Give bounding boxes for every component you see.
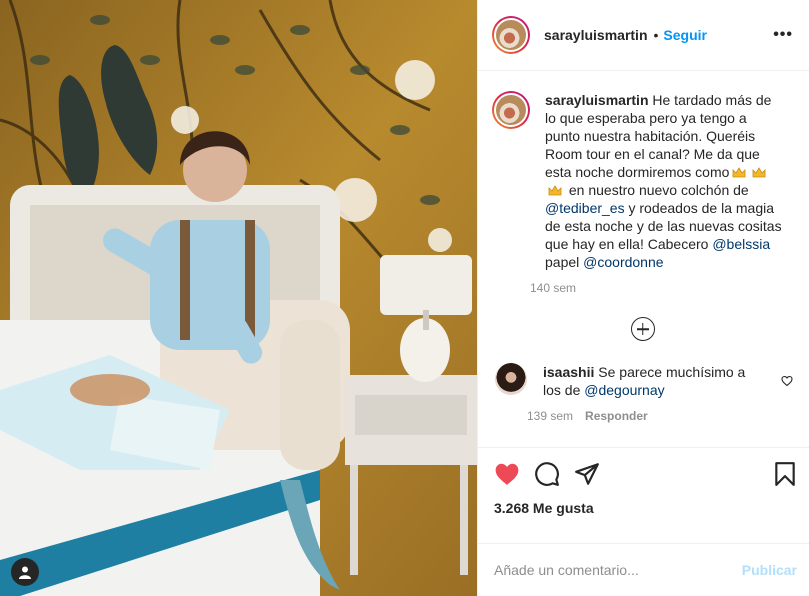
caption-author-avatar[interactable] bbox=[492, 91, 530, 129]
comment-text: isaashii Se parece muchísimo a los de @d… bbox=[543, 363, 758, 399]
author-username[interactable]: sarayluismartin bbox=[544, 27, 648, 43]
comment-bubble-icon[interactable] bbox=[534, 461, 560, 487]
comment-item: isaashii Se parece muchísimo a los de @d… bbox=[492, 363, 793, 423]
commenter-username[interactable]: isaashii bbox=[543, 364, 594, 380]
comments-list[interactable]: sarayluismartin He tardado más de lo que… bbox=[478, 71, 809, 447]
load-more-comments[interactable] bbox=[492, 317, 793, 341]
caption-timestamp[interactable]: 140 sem bbox=[530, 281, 785, 295]
caption-text: sarayluismartin He tardado más de lo que… bbox=[545, 91, 785, 271]
crown-emoji-icon bbox=[733, 167, 746, 178]
crown-emoji-icon bbox=[548, 185, 562, 196]
separator-dot: • bbox=[653, 27, 659, 43]
post-photo[interactable] bbox=[0, 0, 477, 596]
likes-count[interactable]: 3.268 Me gusta bbox=[494, 500, 793, 516]
mention-link[interactable]: @tediber_es bbox=[545, 200, 625, 216]
action-icons bbox=[494, 460, 795, 488]
mention-link[interactable]: @belssia bbox=[712, 236, 770, 252]
comment-like-heart-icon[interactable] bbox=[781, 375, 793, 387]
photo-illustration bbox=[0, 0, 477, 596]
follow-button[interactable]: Seguir bbox=[663, 27, 707, 43]
reply-button[interactable]: Responder bbox=[585, 409, 648, 423]
save-bookmark-icon[interactable] bbox=[773, 461, 797, 487]
crown-emoji-icon bbox=[753, 167, 766, 178]
comment-timestamp[interactable]: 139 sem bbox=[527, 409, 573, 423]
caption-username[interactable]: sarayluismartin bbox=[545, 92, 649, 108]
post-header: sarayluismartin • Seguir ••• bbox=[478, 0, 809, 71]
publish-button[interactable]: Publicar bbox=[742, 562, 797, 578]
caption-text-part: papel bbox=[545, 254, 584, 270]
post-side-panel: sarayluismartin • Seguir ••• sarayluisma… bbox=[477, 0, 809, 596]
more-options-icon[interactable]: ••• bbox=[773, 27, 793, 43]
plus-circle-icon[interactable] bbox=[630, 317, 655, 341]
comment-input[interactable] bbox=[494, 562, 742, 578]
post-actions: 3.268 Me gusta bbox=[478, 447, 809, 543]
mention-link[interactable]: @degournay bbox=[584, 382, 664, 398]
mention-link[interactable]: @coordonne bbox=[583, 254, 663, 270]
caption-text-part: en nuestro nuevo colchón de bbox=[565, 182, 749, 198]
comment-meta: 139 sem Responder bbox=[527, 409, 758, 423]
add-comment-bar: Publicar bbox=[478, 543, 809, 596]
like-heart-icon[interactable] bbox=[494, 462, 520, 486]
author-avatar[interactable] bbox=[492, 16, 530, 54]
tagged-user-icon[interactable] bbox=[11, 558, 39, 586]
share-paper-plane-icon[interactable] bbox=[574, 461, 600, 487]
post-caption: sarayluismartin He tardado más de lo que… bbox=[492, 91, 793, 295]
commenter-avatar[interactable] bbox=[495, 363, 527, 395]
